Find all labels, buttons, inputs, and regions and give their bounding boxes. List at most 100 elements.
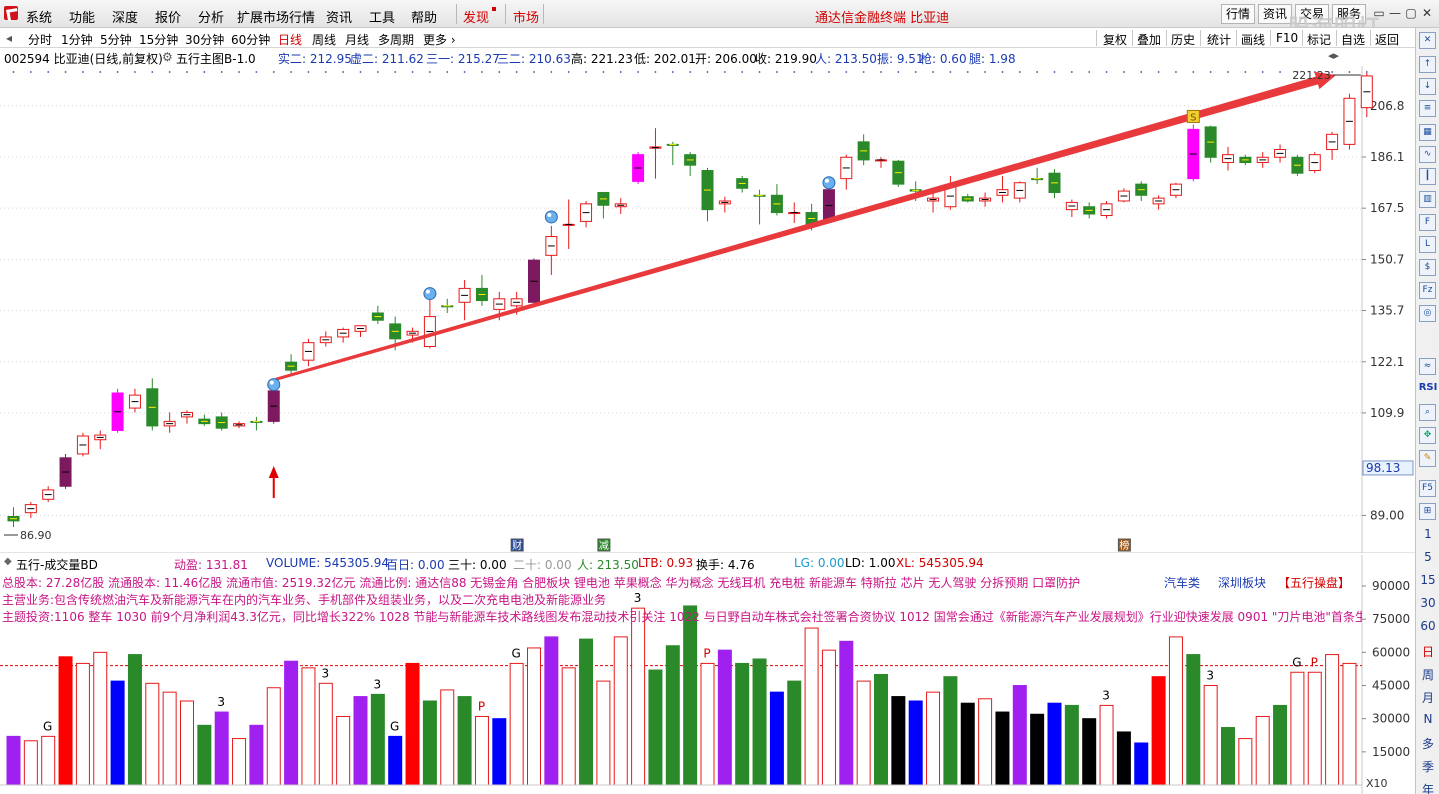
period-btn-n[interactable]: N xyxy=(1416,712,1439,726)
volume-bar xyxy=(93,651,108,786)
bar-icon[interactable]: ▥ xyxy=(1419,191,1436,208)
period-btn-day[interactable]: 日 xyxy=(1416,643,1439,660)
period-5min[interactable]: 5分钟 xyxy=(100,31,132,48)
line-chart-icon[interactable]: ∿ xyxy=(1419,146,1436,163)
volume-bar xyxy=(874,673,888,786)
btn-quotes[interactable]: 行情 xyxy=(1221,4,1256,24)
list-icon[interactable]: ≡ xyxy=(1419,100,1436,117)
candle xyxy=(181,410,193,424)
tool-divider xyxy=(1166,30,1167,46)
period-15min[interactable]: 15分钟 xyxy=(139,31,178,48)
volume-bar xyxy=(943,676,958,786)
move-icon[interactable]: ✥ xyxy=(1419,427,1436,444)
f10-icon[interactable]: F xyxy=(1419,214,1436,231)
period-1min[interactable]: 1分钟 xyxy=(61,31,93,48)
period-intraday[interactable]: 分时 xyxy=(28,31,52,48)
close-panel-icon[interactable]: ✕ xyxy=(1419,32,1436,49)
arrow-down-icon[interactable]: ↓ xyxy=(1419,78,1436,95)
menu-market[interactable]: 市场 xyxy=(513,7,539,26)
volume-bar xyxy=(1221,727,1235,786)
menu-function[interactable]: 功能 xyxy=(69,7,95,26)
period-more[interactable]: 更多 › xyxy=(423,31,456,48)
volume-bar xyxy=(232,738,247,786)
tool-history[interactable]: 历史 xyxy=(1171,31,1195,48)
menu-ext-market[interactable]: 扩展市场行情 xyxy=(237,7,315,26)
volume-signal-label: P xyxy=(703,646,710,660)
fz-icon[interactable]: Fz xyxy=(1419,282,1436,299)
tool-adjust[interactable]: 复权 xyxy=(1103,31,1127,48)
indicator-gear-icon[interactable]: ⚙ xyxy=(162,50,173,64)
arrow-up-icon[interactable]: ↑ xyxy=(1419,56,1436,73)
volume-bar xyxy=(1255,715,1270,786)
tool-watchlist[interactable]: 自选 xyxy=(1341,31,1365,48)
collapse-icon[interactable]: ◂ xyxy=(6,31,12,45)
period-monthly[interactable]: 月线 xyxy=(345,31,369,48)
panel-toggle-icon[interactable]: ◂▸ xyxy=(1328,49,1339,62)
wave-icon[interactable]: ≈ xyxy=(1419,358,1436,375)
top-dot-marker xyxy=(82,71,84,73)
tool-mark[interactable]: 标记 xyxy=(1307,31,1331,48)
search-icon[interactable]: ◎ xyxy=(1419,305,1436,322)
tool-f10[interactable]: F10 xyxy=(1276,31,1298,45)
period-btn-week[interactable]: 周 xyxy=(1416,666,1439,683)
period-btn-15[interactable]: 15 xyxy=(1416,573,1439,587)
level2-icon[interactable]: L xyxy=(1419,236,1436,253)
period-btn-60[interactable]: 60 xyxy=(1416,619,1439,633)
f5-icon[interactable]: F5 xyxy=(1419,480,1436,497)
maximize-icon[interactable]: ▢ xyxy=(1404,6,1418,20)
tool-divider xyxy=(1132,30,1133,46)
info-open: 开: 206.00 xyxy=(695,52,757,66)
volume-signal-label: P xyxy=(478,699,485,713)
candle-icon[interactable]: ┃ xyxy=(1419,168,1436,185)
tool-back[interactable]: 返回 xyxy=(1375,31,1399,48)
candle xyxy=(1013,181,1026,203)
indicator-name[interactable]: 五行主图B-1.0 xyxy=(176,50,256,67)
tool-draw[interactable]: 画线 xyxy=(1241,31,1265,48)
candle xyxy=(1291,154,1304,176)
menu-discover[interactable]: 发现 xyxy=(463,7,497,26)
volume-tick-label: 75000 xyxy=(1372,612,1410,626)
candle xyxy=(1083,202,1096,219)
period-btn-season[interactable]: 季 xyxy=(1416,758,1439,775)
tool-stats[interactable]: 统计 xyxy=(1207,31,1231,48)
rsi-button[interactable]: RSI xyxy=(1416,382,1439,393)
menu-tools[interactable]: 工具 xyxy=(369,7,395,26)
grid-icon[interactable]: ▦ xyxy=(1419,124,1436,141)
sector-shenzhen[interactable]: 深圳板块 xyxy=(1218,574,1266,591)
period-btn-multi[interactable]: 多 xyxy=(1416,735,1439,752)
tool-overlay[interactable]: 叠加 xyxy=(1137,31,1161,48)
menu-analysis[interactable]: 分析 xyxy=(198,7,224,26)
menu-bar: 系统 功能 深度 报价 分析 扩展市场行情 资讯 工具 帮助 发现 市场 通达信… xyxy=(0,0,1439,28)
candle xyxy=(337,327,350,343)
period-multi[interactable]: 多周期 xyxy=(378,31,414,48)
multi-window-icon[interactable]: ⊞ xyxy=(1419,503,1436,520)
fund-flow-icon[interactable]: $ xyxy=(1419,259,1436,276)
period-btn-month[interactable]: 月 xyxy=(1416,689,1439,706)
period-weekly[interactable]: 周线 xyxy=(312,31,336,48)
pen-icon[interactable]: ✎ xyxy=(1419,450,1436,467)
menu-quote[interactable]: 报价 xyxy=(155,7,181,26)
menu-system[interactable]: 系统 xyxy=(26,7,52,26)
period-btn-5[interactable]: 5 xyxy=(1416,550,1439,564)
period-btn-30[interactable]: 30 xyxy=(1416,596,1439,610)
volume-bar xyxy=(839,640,854,786)
period-btn-1[interactable]: 1 xyxy=(1416,527,1439,541)
volume-bar xyxy=(717,649,732,786)
candlestick-chart[interactable]: 206.8 186.1 167.5 150.7 135.7 122.1 109.9 89.00… xyxy=(0,66,1415,553)
menu-help[interactable]: 帮助 xyxy=(411,7,437,26)
period-60min[interactable]: 60分钟 xyxy=(231,31,270,48)
close-icon[interactable]: ✕ xyxy=(1420,6,1434,20)
menu-news[interactable]: 资讯 xyxy=(326,7,352,26)
menu-depth[interactable]: 深度 xyxy=(112,7,138,26)
period-30min[interactable]: 30分钟 xyxy=(185,31,224,48)
menu-divider xyxy=(543,4,544,24)
btn-news[interactable]: 资讯 xyxy=(1258,4,1293,24)
candle xyxy=(666,141,679,166)
period-daily[interactable]: 日线 xyxy=(278,31,302,48)
sector-auto[interactable]: 汽车类 xyxy=(1164,574,1200,591)
top-dot-marker xyxy=(498,71,501,73)
period-btn-year[interactable]: 年 xyxy=(1416,781,1439,794)
zoom-icon[interactable]: ⌕ xyxy=(1419,404,1436,421)
wuxing-tag[interactable]: 【五行操盘】 xyxy=(1278,574,1350,591)
minimize-icon[interactable]: — xyxy=(1388,6,1402,20)
